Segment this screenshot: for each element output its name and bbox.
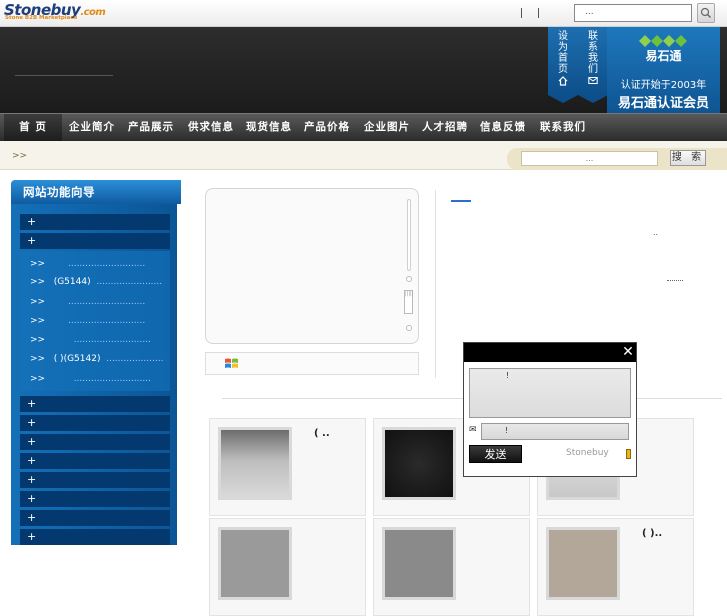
sidebar-category[interactable]: + — [20, 491, 170, 507]
ribbon-char: 系 — [588, 42, 598, 53]
nav-item-contact[interactable]: 联系我们 — [534, 114, 592, 142]
sidebar-subitem[interactable]: >> ........................... — [30, 335, 166, 345]
sidebar-subitem[interactable]: >> (G5144) ....................... — [30, 277, 166, 287]
search-button[interactable]: 搜 索 — [670, 150, 706, 166]
sidebar-subitem[interactable]: >> ........................... — [30, 297, 166, 307]
set-homepage-ribbon[interactable]: 设 为 首 页 — [548, 27, 578, 103]
top-divider — [538, 8, 539, 18]
product-thumbnail[interactable] — [218, 527, 292, 600]
nav-item-products[interactable]: 产品展示 — [122, 114, 180, 142]
product-thumbnail[interactable] — [218, 427, 292, 500]
nav-item-prices[interactable]: 产品价格 — [298, 114, 356, 142]
sub-text: (G5144) — [53, 277, 91, 287]
sub-arrow: >> — [30, 259, 46, 269]
sub-arrow: >> — [30, 374, 46, 384]
nav-item-jobs[interactable]: 人才招聘 — [416, 114, 474, 142]
sidebar-title: 网站功能向导 — [11, 180, 181, 204]
logo-domain: .com — [80, 7, 106, 18]
sub-dots: ....................... — [96, 277, 163, 287]
header-divider — [15, 75, 113, 76]
content-divider — [435, 190, 436, 378]
mail-icon — [588, 77, 598, 84]
ribbon-char: 首 — [558, 53, 568, 64]
sidebar-category[interactable]: + — [20, 434, 170, 450]
nav-item-stock[interactable]: 现货信息 — [240, 114, 298, 142]
product-thumbnail[interactable] — [382, 427, 456, 500]
contact-us-ribbon[interactable]: 联 系 我 们 — [578, 27, 608, 103]
active-tab-indicator — [451, 200, 471, 202]
nav-item-supply[interactable]: 供求信息 — [182, 114, 240, 142]
product-title[interactable]: ( .. — [314, 428, 330, 439]
nav-item-company[interactable]: 企业简介 — [64, 114, 120, 142]
home-icon — [558, 76, 568, 86]
sub-arrow: >> — [30, 277, 46, 287]
mail-icon: ✉ — [469, 425, 477, 435]
ribbon-char: 页 — [558, 64, 568, 75]
main-nav: 首 页 企业简介 产品展示 供求信息 现货信息 产品价格 企业图片 人才招聘 信… — [0, 113, 727, 142]
product-title[interactable]: ( ).. — [642, 528, 662, 539]
player-seek-track[interactable] — [407, 199, 411, 271]
ribbon-char: 联 — [588, 31, 598, 42]
ribbon-char: 设 — [558, 31, 568, 42]
ribbon-char: 为 — [558, 42, 568, 53]
product-thumbnail[interactable] — [382, 527, 456, 600]
media-player[interactable] — [205, 188, 419, 344]
ribbon-char: 我 — [588, 53, 598, 64]
sidebar-category[interactable]: + — [20, 415, 170, 431]
top-search-button[interactable] — [697, 3, 715, 23]
ribbon-char: 们 — [588, 64, 598, 75]
email-field[interactable]: ! — [481, 423, 629, 440]
badge-since-text: 认证开始于2003年 — [620, 80, 707, 91]
badge-member-text: 易石通认证会员 — [617, 96, 709, 111]
more-dots: .. — [653, 228, 659, 237]
send-button[interactable]: 发送 — [469, 445, 522, 463]
top-divider — [521, 8, 522, 18]
sub-dots: ........................... — [67, 316, 146, 326]
sidebar-category[interactable]: + — [20, 529, 170, 545]
sidebar-category[interactable]: + — [20, 472, 170, 488]
more-link[interactable] — [667, 280, 683, 281]
message-textarea[interactable]: ! — [469, 368, 631, 418]
sub-dots: ........................... — [67, 259, 146, 269]
popup-brand: Stonebuy — [566, 448, 609, 458]
sub-dots: ........................... — [73, 374, 151, 384]
sub-arrow: >> — [30, 297, 46, 307]
player-control-dot[interactable] — [406, 276, 412, 282]
sub-dots: ........................... — [73, 335, 151, 345]
close-icon[interactable]: ✕ — [620, 344, 636, 360]
logo-tagline: Stone B2B Marketplace — [5, 15, 78, 21]
player-control-dot[interactable] — [406, 325, 412, 331]
sidebar-subitem[interactable]: >> ........................... — [30, 316, 166, 326]
sidebar-category[interactable]: + — [20, 510, 170, 526]
sub-arrow: >> — [30, 316, 46, 326]
sub-dots: ........................... — [67, 297, 146, 307]
search-input[interactable]: ... — [521, 151, 658, 166]
sidebar-category[interactable]: + — [20, 453, 170, 469]
nav-item-feedback[interactable]: 信息反馈 — [474, 114, 532, 142]
breadcrumb[interactable]: >> — [12, 151, 27, 161]
status-indicator-icon — [626, 449, 631, 459]
sidebar-category[interactable]: + — [20, 214, 170, 230]
badge-logo-text: 易石通 — [645, 49, 682, 63]
certified-member-badge[interactable]: 易石通 认证开始于2003年 易石通认证会员 — [607, 27, 720, 147]
popup-header[interactable] — [464, 343, 636, 362]
sidebar-subitem[interactable]: >> ( )(G5142) .................... — [30, 354, 166, 364]
nav-item-photos[interactable]: 企业图片 — [358, 114, 416, 142]
windows-media-icon — [225, 358, 238, 368]
product-thumbnail[interactable] — [546, 527, 620, 600]
player-volume[interactable]: ||||| — [404, 290, 413, 314]
sidebar-subitem[interactable]: >> ........................... — [30, 259, 166, 269]
sub-text: ( )(G5142) — [53, 354, 101, 364]
sub-dots: .................... — [106, 354, 164, 364]
sidebar-category[interactable]: + — [20, 233, 170, 249]
sidebar-subitem[interactable]: >> ........................... — [30, 374, 166, 384]
top-search-input[interactable]: ... — [574, 4, 692, 22]
nav-item-home[interactable]: 首 页 — [4, 114, 62, 142]
search-icon — [700, 7, 711, 18]
sidebar-category[interactable]: + — [20, 396, 170, 412]
sub-arrow: >> — [30, 354, 46, 364]
sub-arrow: >> — [30, 335, 46, 345]
